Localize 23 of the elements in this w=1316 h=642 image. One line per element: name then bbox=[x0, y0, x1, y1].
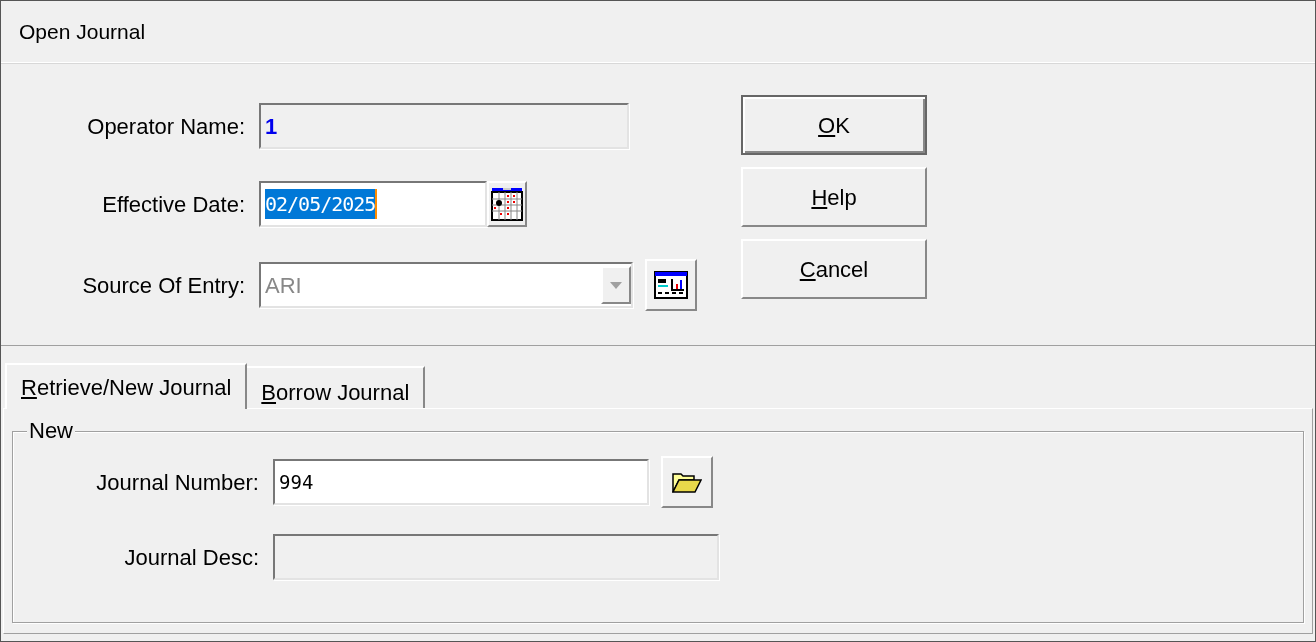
date-field[interactable]: 02/05/2025 bbox=[259, 181, 487, 227]
dialog-button[interactable]: Help bbox=[741, 167, 927, 227]
window-title: Open Journal bbox=[19, 18, 146, 45]
browse-button[interactable] bbox=[661, 456, 713, 508]
field-value: 1 bbox=[265, 112, 278, 141]
field-value: 994 bbox=[279, 469, 314, 495]
lookup-button[interactable] bbox=[645, 259, 697, 311]
dialog-button[interactable]: OK bbox=[741, 95, 927, 155]
form-icon bbox=[654, 271, 688, 299]
tab[interactable]: Retrieve/New Journal bbox=[5, 363, 248, 409]
folder-icon bbox=[672, 471, 702, 493]
field-label: Effective Date: bbox=[101, 190, 246, 219]
field-label: Journal Number: bbox=[95, 468, 260, 497]
field-label: Operator Name: bbox=[86, 112, 246, 141]
dialog-button[interactable]: Cancel bbox=[741, 239, 927, 299]
tab[interactable]: Borrow Journal bbox=[245, 366, 426, 408]
field-label: Journal Desc: bbox=[123, 543, 260, 572]
field-value: 02/05/2025 bbox=[265, 189, 378, 219]
calendar-icon bbox=[491, 187, 523, 221]
calendar-button[interactable] bbox=[487, 181, 527, 227]
field-label: Source Of Entry: bbox=[81, 271, 246, 300]
text-field[interactable]: 994 bbox=[273, 459, 649, 505]
field-value: ARI bbox=[265, 271, 303, 300]
